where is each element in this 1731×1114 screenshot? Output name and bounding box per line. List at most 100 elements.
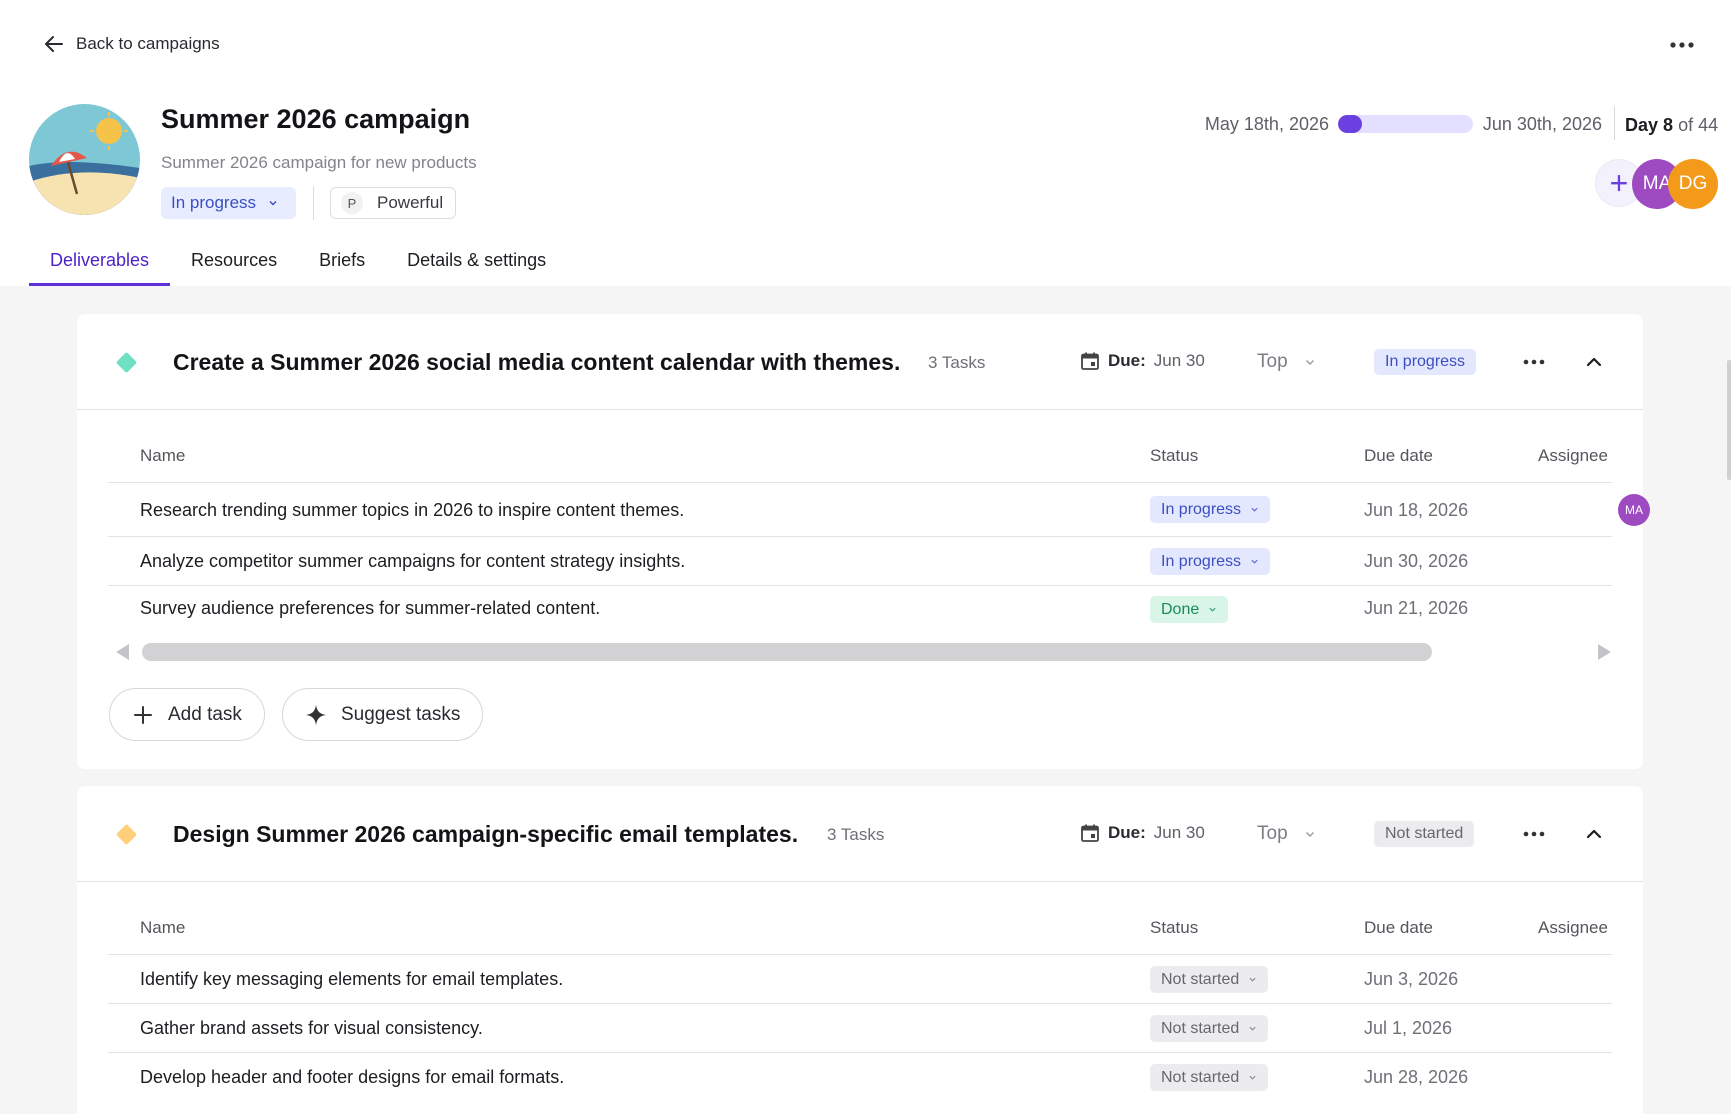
task-status-label: Not started: [1161, 1068, 1240, 1086]
task-name[interactable]: Survey audience preferences for summer-r…: [140, 598, 600, 619]
table-horizontal-scrollbar[interactable]: [116, 640, 1611, 664]
task-due-date[interactable]: Jun 18, 2026: [1364, 500, 1468, 521]
campaign-description: Summer 2026 campaign for new products: [161, 153, 477, 172]
deliverable-header: Design Summer 2026 campaign-specific ema…: [77, 786, 1643, 882]
header-divider: [313, 186, 314, 220]
table-header-row: Name Status Due date Assignee: [108, 412, 1612, 483]
horizontal-scrollbar-thumb[interactable]: [142, 643, 1432, 661]
chevron-up-icon[interactable]: [1582, 822, 1606, 846]
task-name[interactable]: Analyze competitor summer campaigns for …: [140, 551, 685, 572]
deliverable-status-badge[interactable]: Not started: [1374, 821, 1475, 847]
priority-dropdown[interactable]: Top: [1257, 823, 1316, 845]
chevron-up-icon[interactable]: [1582, 350, 1606, 374]
deliverable-task-count: 3 Tasks: [827, 825, 885, 844]
task-status-dropdown[interactable]: Not started: [1150, 1015, 1269, 1042]
day-counter: Day 8 of 44: [1625, 115, 1718, 136]
table-row[interactable]: Survey audience preferences for summer-r…: [108, 586, 1612, 635]
table-row[interactable]: Identify key messaging elements for emai…: [108, 955, 1612, 1004]
due-value: Jun 30: [1153, 823, 1205, 842]
deliverable-card: Create a Summer 2026 social media conten…: [77, 314, 1650, 769]
task-due-date[interactable]: Jun 30, 2026: [1364, 551, 1468, 572]
avatar[interactable]: MA: [1618, 494, 1650, 526]
task-due-date[interactable]: Jul 1, 2026: [1364, 1018, 1452, 1039]
timeline-start-date: May 18th, 2026: [1204, 114, 1329, 134]
task-status-dropdown[interactable]: In progress: [1150, 496, 1271, 523]
add-task-button[interactable]: Add task: [109, 688, 265, 741]
tab-deliverables[interactable]: Deliverables: [29, 236, 171, 286]
more-horizontal-icon[interactable]: [1522, 352, 1546, 372]
task-status-label: Not started: [1161, 970, 1240, 988]
tab-briefs[interactable]: Briefs: [298, 236, 386, 286]
task-status-dropdown[interactable]: In progress: [1150, 548, 1271, 575]
more-horizontal-icon[interactable]: [1522, 824, 1546, 844]
task-status-dropdown[interactable]: Done: [1150, 596, 1229, 623]
column-header-name[interactable]: Name: [140, 446, 185, 466]
suggest-tasks-button[interactable]: Suggest tasks: [282, 688, 484, 741]
priority-label: Top: [1257, 823, 1288, 844]
task-status-label: Done: [1161, 600, 1200, 618]
campaign-status-dropdown[interactable]: In progress: [161, 187, 296, 219]
back-to-campaigns-link[interactable]: Back to campaigns: [42, 32, 220, 56]
chevron-down-icon: [1305, 832, 1314, 837]
arrow-left-icon: [45, 36, 63, 52]
task-name[interactable]: Develop header and footer designs for em…: [140, 1067, 564, 1088]
campaign-status-label: In progress: [171, 193, 257, 212]
deliverable-due[interactable]: Due: Jun 30: [1080, 823, 1205, 843]
timeline-end-date: Jun 30th, 2026: [1482, 114, 1602, 134]
column-header-status[interactable]: Status: [1150, 918, 1198, 938]
deliverable-task-count: 3 Tasks: [928, 353, 986, 372]
top-bar: Back to campaigns: [0, 0, 1731, 92]
brand-initial-badge: P: [341, 192, 363, 214]
avatar[interactable]: DG: [1668, 159, 1718, 209]
table-row[interactable]: Gather brand assets for visual consisten…: [108, 1004, 1612, 1053]
tasks-table: Name Status Due date Assignee Research t…: [108, 412, 1650, 635]
plus-icon: [134, 705, 152, 724]
scroll-right-icon[interactable]: [1598, 644, 1611, 660]
task-name[interactable]: Research trending summer topics in 2026 …: [140, 500, 684, 521]
page-scrollbar-thumb[interactable]: [1727, 360, 1731, 480]
calendar-icon: [1081, 352, 1099, 370]
deliverable-due[interactable]: Due: Jun 30: [1080, 351, 1205, 371]
timeline-progress-fill: [1338, 115, 1363, 133]
page-scrollbar[interactable]: [1725, 306, 1731, 1066]
task-status-label: In progress: [1161, 552, 1242, 570]
scroll-left-icon[interactable]: [116, 644, 129, 660]
task-status-label: In progress: [1161, 500, 1242, 518]
deliverable-status-badge[interactable]: In progress: [1374, 349, 1477, 375]
column-header-status[interactable]: Status: [1150, 446, 1198, 466]
deliverable-color-icon: [115, 351, 138, 374]
table-row[interactable]: Analyze competitor summer campaigns for …: [108, 537, 1612, 586]
task-due-date[interactable]: Jun 21, 2026: [1364, 598, 1468, 619]
task-name[interactable]: Identify key messaging elements for emai…: [140, 969, 563, 990]
chevron-down-icon: [269, 201, 277, 206]
chevron-down-icon: [1249, 1075, 1256, 1080]
task-status-dropdown[interactable]: Not started: [1150, 966, 1269, 993]
brand-selector[interactable]: P Powerful: [330, 187, 456, 219]
column-header-assignee[interactable]: Assignee: [1538, 918, 1608, 938]
column-header-due-date[interactable]: Due date: [1364, 446, 1433, 466]
deliverable-header: Create a Summer 2026 social media conten…: [77, 314, 1643, 410]
task-status-dropdown[interactable]: Not started: [1150, 1064, 1269, 1091]
column-header-name[interactable]: Name: [140, 918, 185, 938]
table-row[interactable]: Research trending summer topics in 2026 …: [108, 483, 1650, 537]
chevron-down-icon: [1249, 1026, 1256, 1031]
task-name[interactable]: Gather brand assets for visual consisten…: [140, 1018, 483, 1039]
table-row[interactable]: Develop header and footer designs for em…: [108, 1053, 1612, 1102]
chevron-down-icon: [1251, 507, 1258, 512]
calendar-icon: [1081, 824, 1099, 842]
column-header-assignee[interactable]: Assignee: [1538, 446, 1608, 466]
deliverable-title[interactable]: Design Summer 2026 campaign-specific ema…: [173, 821, 798, 848]
campaign-tabs: Deliverables Resources Briefs Details & …: [29, 236, 567, 286]
tab-resources[interactable]: Resources: [170, 236, 298, 286]
more-horizontal-icon[interactable]: [1667, 32, 1697, 58]
tab-details-settings[interactable]: Details & settings: [386, 236, 567, 286]
timeline-progress-bar: [1338, 115, 1473, 133]
member-avatars: + MA DG: [1595, 159, 1725, 209]
chevron-down-icon: [1249, 977, 1256, 982]
due-label: Due:: [1108, 823, 1146, 842]
column-header-due-date[interactable]: Due date: [1364, 918, 1433, 938]
priority-dropdown[interactable]: Top: [1257, 351, 1316, 373]
task-due-date[interactable]: Jun 3, 2026: [1364, 969, 1458, 990]
deliverable-title[interactable]: Create a Summer 2026 social media conten…: [173, 349, 900, 376]
task-due-date[interactable]: Jun 28, 2026: [1364, 1067, 1468, 1088]
